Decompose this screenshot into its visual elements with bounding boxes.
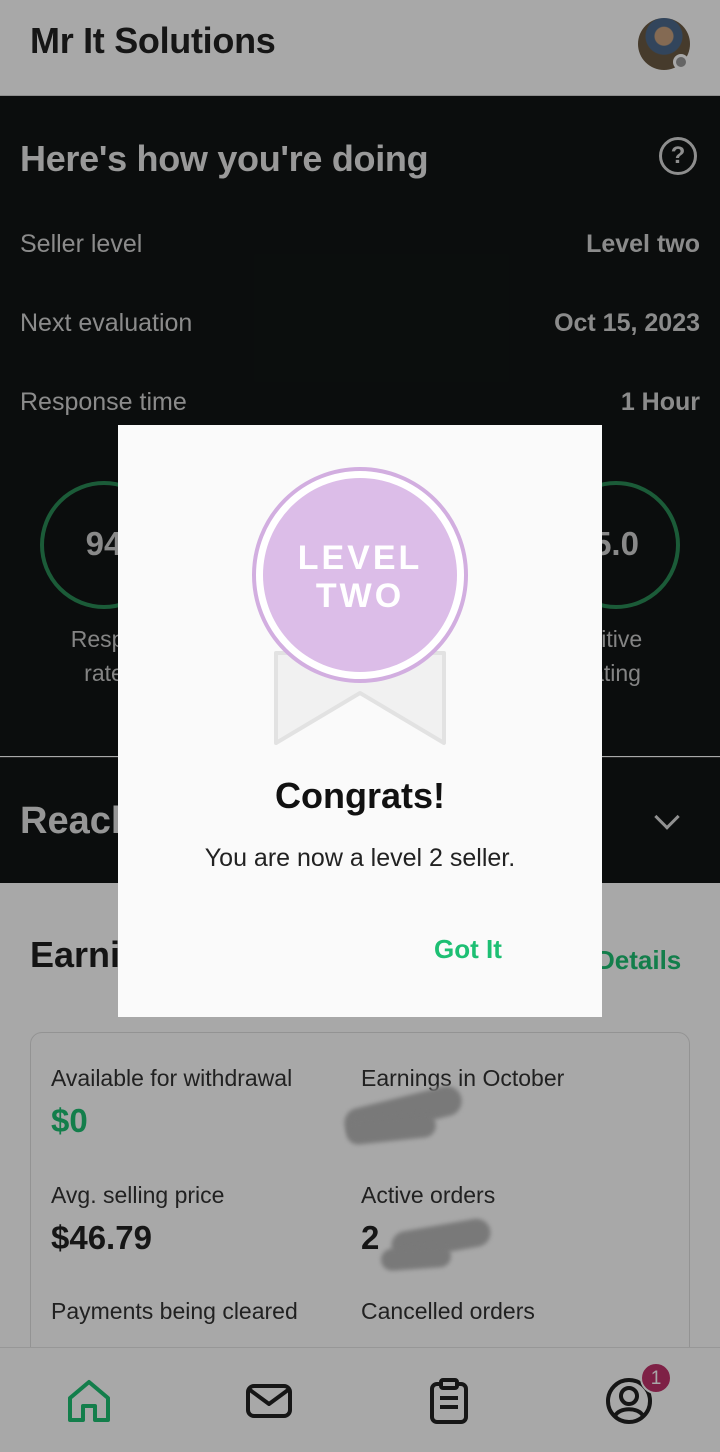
- dialog-title: Congrats!: [275, 775, 445, 816]
- level-up-dialog: LEVEL TWO Congrats! You are now a level …: [118, 425, 602, 1017]
- level-badge-icon: LEVEL TWO: [252, 467, 468, 745]
- dialog-message: You are now a level 2 seller.: [204, 844, 516, 872]
- badge-text-line1: LEVEL: [298, 539, 423, 577]
- got-it-button[interactable]: Got It: [434, 934, 502, 965]
- badge-text-line2: TWO: [316, 577, 404, 615]
